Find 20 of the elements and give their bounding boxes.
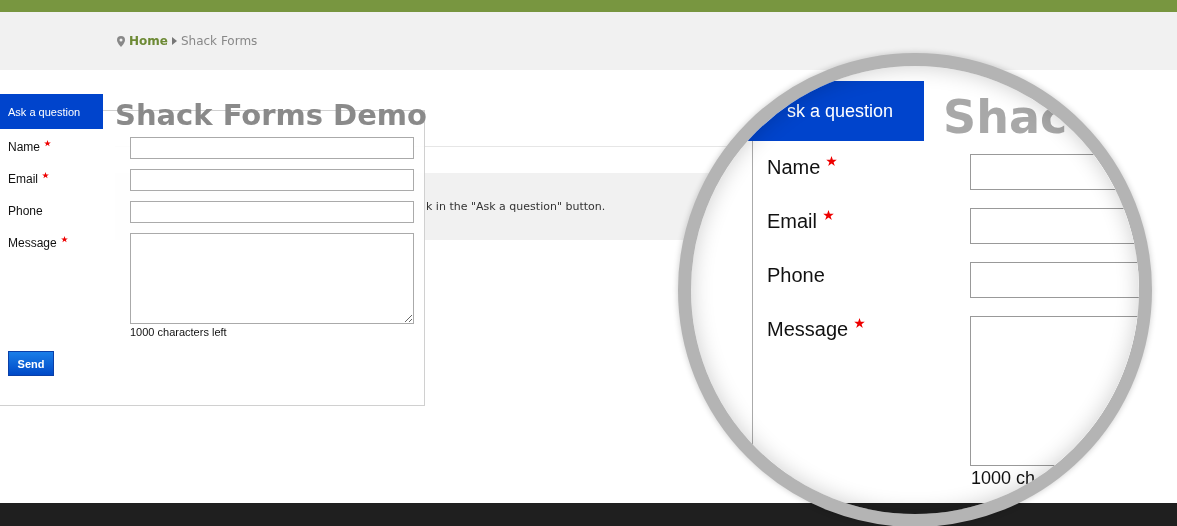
field-label: Phone	[8, 204, 43, 218]
field-label: Name	[767, 156, 821, 179]
breadcrumb-text: Shack Forms	[180, 34, 258, 48]
send-button[interactable]: Send	[8, 351, 54, 376]
text-field[interactable]	[130, 137, 414, 159]
field-label: Message	[767, 318, 849, 341]
field-label: Name	[8, 140, 40, 154]
notice-text: k in the "Ask a question" button.	[426, 200, 606, 213]
location-pin-icon	[117, 35, 125, 47]
message-field[interactable]	[130, 233, 414, 324]
field-label: Email	[8, 172, 38, 186]
caret-icon	[171, 37, 177, 45]
text-field[interactable]	[130, 201, 414, 223]
field-label: Message	[8, 236, 57, 250]
field-label: Email	[767, 210, 817, 233]
page-title: Shack Forms Demo	[115, 98, 427, 132]
text-field[interactable]	[130, 169, 414, 191]
ask-question-tab[interactable]: Ask a question	[0, 94, 103, 129]
field-label: Phone	[767, 264, 825, 287]
character-counter: 1000 characters left	[130, 326, 228, 338]
